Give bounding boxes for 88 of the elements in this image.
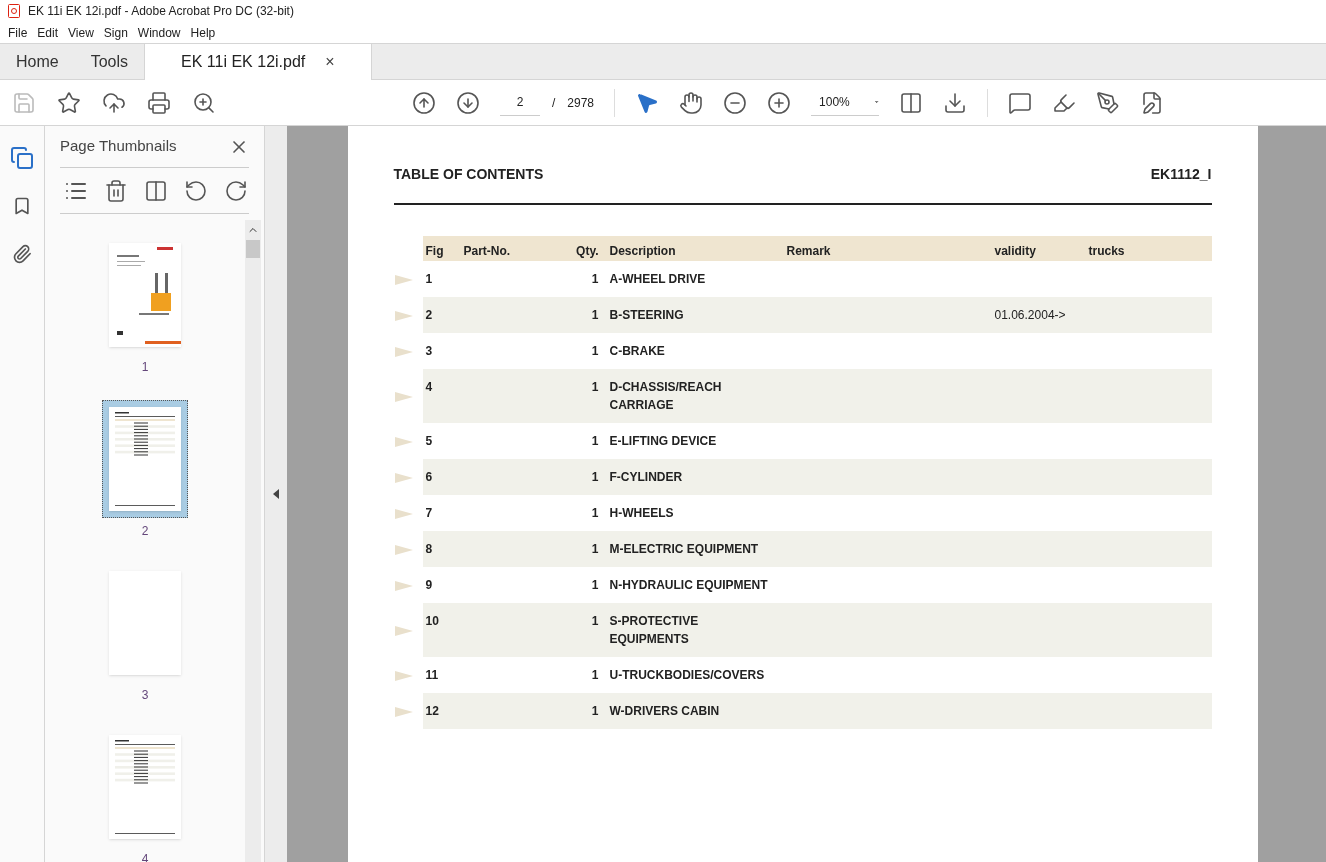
page-number: 1 xyxy=(141,359,149,376)
table-cell-text: CARRIAGE xyxy=(609,397,675,414)
table-cell-text: H-WHEELS xyxy=(609,505,675,522)
pen-icon[interactable] xyxy=(1096,90,1121,115)
window-title: EK 11i EK 12i.pdf - Adobe Acrobat Pro DC (32-bit) xyxy=(28,3,294,20)
table-cell-text: 6 xyxy=(424,469,434,486)
table-cell-text: A-WHEEL DRIVE xyxy=(609,271,707,288)
page-number: 2 xyxy=(141,523,149,540)
upload-icon[interactable] xyxy=(102,90,126,115)
star-icon[interactable] xyxy=(57,90,81,115)
paperclip-icon[interactable] xyxy=(12,242,32,266)
pdf-icon xyxy=(8,4,20,18)
hand-icon[interactable] xyxy=(679,90,704,115)
menu-item[interactable]: Window xyxy=(133,23,185,42)
menu-item[interactable]: View xyxy=(64,23,98,42)
table-cell-text: 1 xyxy=(590,469,600,486)
table-cell-text: B-STEERING xyxy=(609,307,685,324)
column-header: Part-No. xyxy=(462,243,512,260)
table-cell-text: 7 xyxy=(424,505,434,522)
collapse-icon[interactable] xyxy=(273,489,279,499)
page-field[interactable]: 2 xyxy=(500,89,540,116)
tab[interactable]: EK 11i EK 12i.pdf × xyxy=(144,44,372,80)
column-header: Fig xyxy=(424,243,445,260)
panel-title: Page Thumbnails xyxy=(60,136,177,157)
rotate-right-icon[interactable] xyxy=(224,178,248,203)
tab[interactable]: Home xyxy=(0,44,75,79)
table-cell-text: N-HYDRAULIC EQUIPMENT xyxy=(609,577,769,594)
table-cell-text: D-CHASSIS/REACH xyxy=(609,379,723,396)
page-separator: / xyxy=(552,94,556,112)
column-header: validity xyxy=(993,243,1037,260)
table-cell-text: 4 xyxy=(424,379,434,396)
table-cell-text: 8 xyxy=(424,541,434,558)
table-cell-text: 10 xyxy=(424,613,440,630)
menu-item[interactable]: Sign xyxy=(99,23,132,42)
table-cell-text: 1 xyxy=(590,433,600,450)
table-cell-text: W-DRIVERS CABIN xyxy=(609,703,721,720)
table-cell-text: 1 xyxy=(590,703,600,720)
previous-page-icon[interactable] xyxy=(412,90,436,115)
table-cell-text: 9 xyxy=(424,577,434,594)
menu-item[interactable]: Help xyxy=(186,23,220,42)
table-cell-text: E-LIFTING DEVICE xyxy=(609,433,718,450)
menu-item[interactable]: Edit xyxy=(33,23,63,42)
thumbnail-frame[interactable] xyxy=(102,400,188,518)
table-cell-text: 1 xyxy=(590,577,600,594)
table-cell-text: 3 xyxy=(424,343,434,360)
table-cell-text: 2 xyxy=(424,307,434,324)
column-header: Description xyxy=(608,243,677,260)
zoom-in-icon[interactable] xyxy=(767,90,792,115)
table-cell-text: 1 xyxy=(590,613,600,630)
table-cell-text: 1 xyxy=(590,541,600,558)
table-cell-text: U-TRUCKBODIES/COVERS xyxy=(609,667,766,684)
document-code: EK1112_I xyxy=(1150,165,1212,184)
table-cell-text: M-ELECTRIC EQUIPMENT xyxy=(609,541,760,558)
table-cell-text: 11 xyxy=(424,667,440,684)
table-cell-text: 1 xyxy=(590,271,600,288)
pages-icon[interactable] xyxy=(10,146,34,170)
page-number: 3 xyxy=(141,687,149,704)
column-header: Qty. xyxy=(575,243,600,260)
table-cell-text: 1 xyxy=(590,379,600,396)
table-cell-text: 12 xyxy=(424,703,440,720)
scrollbar[interactable] xyxy=(245,220,261,862)
zoom-out-icon[interactable] xyxy=(723,90,748,115)
table-cell-text: S-PROTECTIVE xyxy=(609,613,700,630)
scrollbar-thumb[interactable] xyxy=(246,240,260,258)
comment-icon[interactable] xyxy=(1008,90,1033,115)
table-cell-text: 1 xyxy=(590,307,600,324)
print-icon[interactable] xyxy=(147,90,171,115)
document-heading: TABLE OF CONTENTS xyxy=(393,165,544,184)
table-cell-text: 1 xyxy=(590,505,600,522)
table-cell-text: 1 xyxy=(590,667,600,684)
table-cell-text: 5 xyxy=(424,433,434,450)
rotate-left-icon[interactable] xyxy=(184,178,208,203)
table-cell-text: 01.06.2004-> xyxy=(993,307,1067,324)
column-header: Remark xyxy=(785,243,832,260)
table-cell-text: C-BRAKE xyxy=(609,343,666,360)
close-tab-button[interactable]: × xyxy=(325,50,335,74)
search-icon[interactable] xyxy=(192,90,216,115)
page-count: 2978 xyxy=(567,94,595,112)
column-header: trucks xyxy=(1087,243,1126,260)
table-cell-text: 1 xyxy=(424,271,434,288)
table-cell-text: EQUIPMENTS xyxy=(609,631,690,648)
zoom-dropdown[interactable]: 100% xyxy=(811,89,880,116)
trash-icon[interactable] xyxy=(104,178,128,203)
table-cell-text: F-CYLINDER xyxy=(609,469,684,486)
table-cell-text: 1 xyxy=(590,343,600,360)
tab[interactable]: Tools xyxy=(74,44,145,79)
menu-item[interactable]: File xyxy=(4,23,32,42)
next-page-icon[interactable] xyxy=(456,90,480,115)
